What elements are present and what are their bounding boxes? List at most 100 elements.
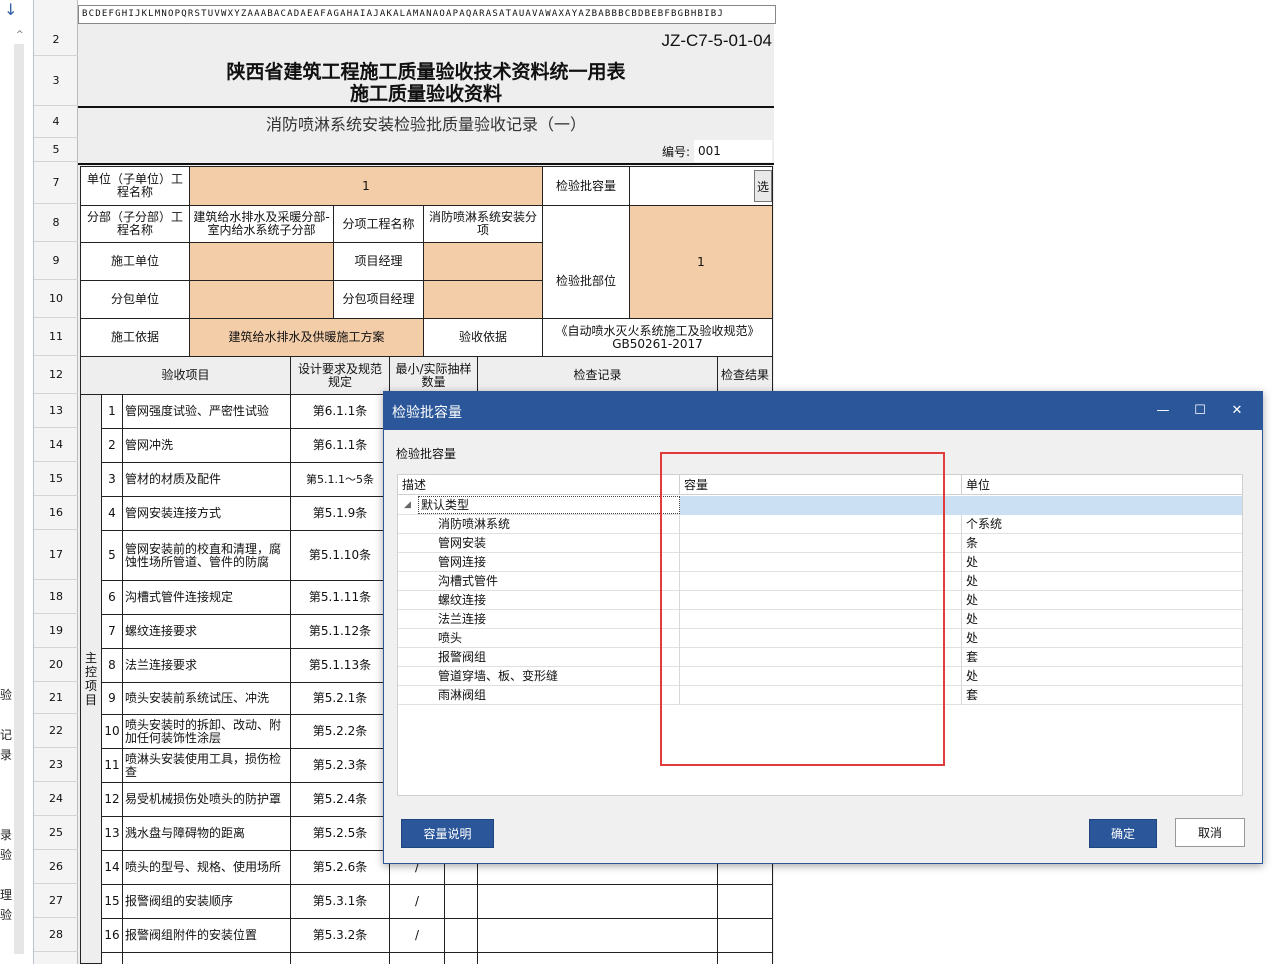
item-name[interactable]: 喷头安装前系统试压、冲洗: [122, 682, 291, 715]
item-clause[interactable]: 第5.2.6条: [290, 850, 390, 885]
row-number[interactable]: 16: [34, 496, 78, 530]
item-name[interactable]: 管网强度试验、严密性试验: [122, 394, 291, 429]
item-clause[interactable]: 第5.1.9条: [290, 496, 390, 531]
group-row-fill[interactable]: [680, 496, 1242, 515]
item-name[interactable]: 沟槽式管件连接规定: [122, 580, 291, 615]
row-number[interactable]: 4: [34, 106, 78, 138]
group-row[interactable]: ◢ 默认类型: [398, 496, 1242, 515]
capacity-row[interactable]: 沟槽式管件 处: [398, 572, 1242, 591]
row-number[interactable]: 14: [34, 428, 78, 462]
row-number[interactable]: 19: [34, 614, 78, 648]
part-value[interactable]: 1: [629, 205, 773, 319]
capacity-field[interactable]: 选: [629, 166, 773, 206]
expand-icon[interactable]: ◢: [404, 496, 418, 515]
row-number[interactable]: 3: [34, 56, 78, 106]
close-icon[interactable]: ✕: [1225, 400, 1249, 422]
row-number[interactable]: 13: [34, 394, 78, 428]
column-header-strip[interactable]: BCDEFGHIJKLMNOPQRSTUVWXYZAAABACADAEAFAGA…: [78, 5, 776, 24]
row-capacity[interactable]: [680, 648, 962, 667]
row-capacity[interactable]: [680, 610, 962, 629]
capacity-row[interactable]: 螺纹连接 处: [398, 591, 1242, 610]
pm-value[interactable]: [423, 242, 543, 281]
dialog-titlebar[interactable]: 检验批容量 — ☐ ✕: [384, 392, 1262, 430]
row-number[interactable]: 28: [34, 918, 78, 952]
cancel-button[interactable]: 取消: [1175, 818, 1245, 847]
row-number[interactable]: 26: [34, 850, 78, 884]
row-number[interactable]: 17: [34, 530, 78, 580]
item-name[interactable]: 管材的材质及配件: [122, 462, 291, 497]
capacity-row[interactable]: 消防喷淋系统 个系统: [398, 515, 1242, 534]
item-clause[interactable]: 第5.3.2条: [290, 918, 390, 953]
item-name[interactable]: 螺纹连接要求: [122, 614, 291, 649]
subdivision-value[interactable]: 建筑给水排水及采暖分部-室内给水系统子分部: [189, 205, 334, 243]
constructor-value[interactable]: [189, 242, 334, 281]
item-name[interactable]: 管网冲洗: [122, 428, 291, 463]
row-number[interactable]: 23: [34, 748, 78, 782]
row-number[interactable]: 7: [34, 162, 78, 204]
item-name[interactable]: 报警阀组的安装顺序: [122, 884, 291, 919]
sample-cell[interactable]: /: [389, 918, 445, 953]
number-field[interactable]: 001: [694, 140, 772, 162]
sample-cell[interactable]: [444, 918, 478, 953]
basis-value[interactable]: 建筑给水排水及供暖施工方案: [189, 318, 424, 357]
row-number[interactable]: 11: [34, 318, 78, 356]
select-button[interactable]: 选: [754, 170, 772, 202]
row-number[interactable]: 8: [34, 204, 78, 242]
item-name[interactable]: 喷淋头安装使用工具，损伤检查: [122, 748, 291, 783]
col-unit-header[interactable]: 单位: [962, 475, 1242, 495]
capacity-row[interactable]: 管网连接 处: [398, 553, 1242, 572]
item-clause[interactable]: 第5.2.2条: [290, 714, 390, 749]
row-number[interactable]: 5: [34, 138, 78, 162]
item-clause[interactable]: 第5.3.1条: [290, 884, 390, 919]
capacity-explain-button[interactable]: 容量说明: [401, 819, 494, 848]
item-clause[interactable]: 第5.2.5条: [290, 816, 390, 851]
item-clause[interactable]: 第5.2.3条: [290, 748, 390, 783]
item-value[interactable]: 消防喷淋系统安装分项: [423, 205, 543, 243]
item-name[interactable]: 管网安装连接方式: [122, 496, 291, 531]
row-number[interactable]: 15: [34, 462, 78, 496]
accept-basis-value[interactable]: 《自动喷水灭火系统施工及验收规范》GB50261-2017: [542, 318, 773, 357]
row-capacity[interactable]: [680, 629, 962, 648]
item-clause[interactable]: 第5.1.13条: [290, 648, 390, 683]
row-number[interactable]: 10: [34, 280, 78, 318]
row-number[interactable]: 9: [34, 242, 78, 280]
item-clause[interactable]: 第6.1.1条: [290, 428, 390, 463]
sample-cell[interactable]: [444, 884, 478, 919]
row-capacity[interactable]: [680, 591, 962, 610]
row-number[interactable]: 20: [34, 648, 78, 682]
item-clause[interactable]: 第5.1.10条: [290, 530, 390, 581]
sample-cell[interactable]: /: [389, 884, 445, 919]
row-capacity[interactable]: [680, 686, 962, 705]
item-name[interactable]: 溅水盘与障碍物的距离: [122, 816, 291, 851]
row-number[interactable]: 2: [34, 24, 78, 56]
down-arrow-icon[interactable]: ↓: [4, 0, 17, 19]
capacity-row[interactable]: 管道穿墙、板、变形缝 处: [398, 667, 1242, 686]
row-number[interactable]: 18: [34, 580, 78, 614]
item-clause[interactable]: 第5.1.11条: [290, 580, 390, 615]
row-capacity[interactable]: [680, 515, 962, 534]
ok-button[interactable]: 确定: [1089, 819, 1157, 848]
row-capacity[interactable]: [680, 667, 962, 686]
record-cell[interactable]: [477, 952, 718, 964]
row-number[interactable]: 21: [34, 682, 78, 714]
item-name[interactable]: 法兰连接要求: [122, 648, 291, 683]
row-number[interactable]: 22: [34, 714, 78, 748]
item-clause[interactable]: 第6.1.1条: [290, 394, 390, 429]
row-capacity[interactable]: [680, 553, 962, 572]
item-name[interactable]: 喷头安装时的拆卸、改动、附加任何装饰性涂层: [122, 714, 291, 749]
item-name[interactable]: 易受机械损伤处喷头的防护罩: [122, 782, 291, 817]
minimize-icon[interactable]: —: [1151, 400, 1175, 422]
capacity-row[interactable]: 喷头 处: [398, 629, 1242, 648]
sample-cell[interactable]: [389, 952, 445, 964]
item-clause[interactable]: 第5.1.1～5条: [290, 462, 390, 497]
item-name[interactable]: 报警阀组附件的安装位置: [122, 918, 291, 953]
collapse-icon[interactable]: ^: [16, 30, 24, 40]
group-label[interactable]: 默认类型: [418, 496, 680, 514]
sub-pm-value[interactable]: [423, 280, 543, 319]
unit-value[interactable]: 1: [189, 166, 543, 206]
row-number[interactable]: 12: [34, 356, 78, 394]
capacity-row[interactable]: 管网安装 条: [398, 534, 1242, 553]
col-capacity-header[interactable]: 容量: [680, 475, 962, 495]
row-number[interactable]: 27: [34, 884, 78, 918]
item-clause[interactable]: 第5.2.4条: [290, 782, 390, 817]
